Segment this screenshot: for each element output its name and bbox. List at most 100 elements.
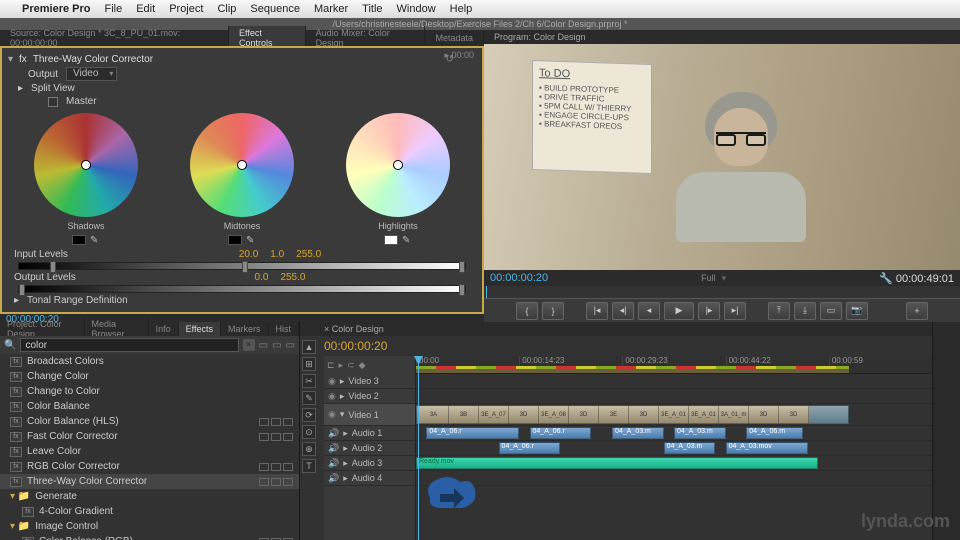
- timeline-ruler[interactable]: 00:00 00:00:14:23 00:00:29:23 00:00:44:2…: [416, 356, 932, 374]
- audio-clip[interactable]: 04_A_03.mov: [726, 442, 809, 454]
- input-level-white[interactable]: 255.0: [296, 249, 321, 260]
- filter-32-icon[interactable]: ▭: [259, 340, 268, 351]
- lane-a2[interactable]: 04_A_06.r 04_A_03.m 04_A_03.mov: [416, 441, 932, 456]
- menu-help[interactable]: Help: [450, 3, 473, 15]
- music-clip[interactable]: Ready.mov: [416, 457, 818, 469]
- highlights-wheel[interactable]: [346, 113, 450, 217]
- speaker-icon[interactable]: 🔊: [328, 428, 339, 439]
- program-ruler[interactable]: [484, 286, 960, 298]
- lift-button[interactable]: ⤒: [768, 302, 790, 320]
- export-frame-button[interactable]: ▭: [820, 302, 842, 320]
- lane-v1[interactable]: 3A3B3E_A_073D3E_A_083D3E3D3E_A_013E_A_01…: [416, 404, 932, 426]
- speaker-icon[interactable]: 🔊: [328, 458, 339, 469]
- eye-icon[interactable]: ◉: [328, 391, 336, 402]
- midtones-swatch[interactable]: [228, 235, 242, 245]
- speaker-icon[interactable]: 🔊: [328, 443, 339, 454]
- output-dropdown[interactable]: Video: [66, 67, 117, 81]
- tab-info[interactable]: Info: [149, 322, 179, 336]
- disclosure-icon[interactable]: ▸: [14, 295, 19, 306]
- audio-clip[interactable]: 04_A_06.r: [426, 427, 519, 439]
- menu-sequence[interactable]: Sequence: [250, 3, 300, 15]
- track-label[interactable]: Video 3: [348, 376, 378, 386]
- goto-out-button[interactable]: ▸|: [724, 302, 746, 320]
- button-editor[interactable]: +: [906, 302, 928, 320]
- mark-out-button[interactable]: }: [542, 302, 564, 320]
- effect-row[interactable]: fxColor Balance (HLS): [0, 414, 299, 429]
- clear-search-button[interactable]: ×: [243, 339, 255, 351]
- playhead[interactable]: [418, 356, 419, 540]
- shadows-wheel[interactable]: [34, 113, 138, 217]
- output-levels-slider[interactable]: [18, 285, 466, 293]
- linked-selection-icon[interactable]: ⊂: [347, 360, 355, 371]
- slider-handle[interactable]: [459, 284, 465, 296]
- shadows-swatch[interactable]: [72, 235, 86, 245]
- step-forward-button[interactable]: |▸: [698, 302, 720, 320]
- tab-metadata[interactable]: Metadata: [425, 31, 484, 45]
- ripple-tool[interactable]: ✂: [302, 374, 316, 388]
- zoom-bar[interactable]: [416, 369, 849, 373]
- track-label[interactable]: Video 2: [348, 391, 378, 401]
- effect-row[interactable]: fxBroadcast Colors: [0, 354, 299, 369]
- master-checkbox[interactable]: [48, 97, 58, 107]
- effect-row[interactable]: fxColor Balance (RGB): [0, 534, 299, 540]
- zoom-dropdown[interactable]: Full: [701, 273, 716, 283]
- audio-clip[interactable]: 04_A_06.r: [499, 442, 561, 454]
- slip-tool[interactable]: ⟳: [302, 408, 316, 422]
- folder-row[interactable]: ▾ 📁Image Control: [0, 519, 299, 534]
- program-monitor[interactable]: To DO ▪ BUILD PROTOTYPE ▪ DRIVE TRAFFIC …: [484, 44, 960, 270]
- menu-clip[interactable]: Clip: [217, 3, 236, 15]
- audio-clip[interactable]: 04_A_03.m: [664, 442, 716, 454]
- marker-add-icon[interactable]: ▸: [339, 360, 344, 371]
- audio-clip[interactable]: 04_A_06.r: [530, 427, 592, 439]
- settings-icon[interactable]: ◆: [359, 360, 366, 371]
- menu-edit[interactable]: Edit: [136, 3, 155, 15]
- hand-tool[interactable]: ⊕: [302, 442, 316, 456]
- menu-window[interactable]: Window: [397, 3, 436, 15]
- effect-row[interactable]: fx4-Color Gradient: [0, 504, 299, 519]
- output-level-white[interactable]: 255.0: [280, 272, 305, 283]
- slider-handle[interactable]: [50, 261, 56, 273]
- track-label[interactable]: Video 1: [348, 410, 378, 420]
- input-level-black[interactable]: 20.0: [239, 249, 258, 260]
- output-level-black[interactable]: 0.0: [255, 272, 269, 283]
- track-select-tool[interactable]: ⊞: [302, 357, 316, 371]
- app-name[interactable]: Premiere Pro: [22, 3, 90, 15]
- effect-row[interactable]: fxChange Color: [0, 369, 299, 384]
- disclosure-icon[interactable]: ▸: [18, 83, 23, 94]
- effects-search-input[interactable]: [20, 338, 238, 352]
- menu-title[interactable]: Title: [362, 3, 382, 15]
- lane-a3[interactable]: Ready.mov: [416, 456, 932, 471]
- play-button[interactable]: ▶: [664, 302, 694, 320]
- slider-handle[interactable]: [242, 261, 248, 273]
- input-levels-slider[interactable]: [18, 262, 466, 270]
- input-level-gamma[interactable]: 1.0: [270, 249, 284, 260]
- effect-row[interactable]: fxFast Color Corrector: [0, 429, 299, 444]
- selection-tool[interactable]: ▲: [302, 340, 316, 354]
- lane-a1[interactable]: 04_A_06.r04_A_06.r04_A_03.m04_A_03.m04_A…: [416, 426, 932, 441]
- audio-clip[interactable]: 04_A_03.m: [674, 427, 726, 439]
- eyedropper-icon[interactable]: ✎: [246, 235, 256, 245]
- menu-project[interactable]: Project: [169, 3, 203, 15]
- effect-row[interactable]: fxThree-Way Color Corrector: [0, 474, 299, 489]
- menu-marker[interactable]: Marker: [314, 3, 348, 15]
- speaker-icon[interactable]: 🔊: [328, 473, 339, 484]
- eye-icon[interactable]: ◉: [328, 409, 336, 420]
- track-label[interactable]: Audio 3: [352, 458, 383, 468]
- type-tool[interactable]: T: [302, 459, 316, 473]
- program-timecode[interactable]: 00:00:00:20: [490, 272, 548, 284]
- effect-row[interactable]: fxChange to Color: [0, 384, 299, 399]
- filter-accel-icon[interactable]: ▭: [286, 340, 295, 351]
- lane-v3[interactable]: [416, 374, 932, 389]
- play-reverse-button[interactable]: ◂: [638, 302, 660, 320]
- eyedropper-icon[interactable]: ✎: [402, 235, 412, 245]
- snap-icon[interactable]: ⊏: [327, 360, 335, 371]
- sequence-tab[interactable]: × Color Design: [324, 324, 384, 334]
- timeline-timecode[interactable]: 00:00:00:20: [324, 339, 387, 353]
- menu-file[interactable]: File: [104, 3, 122, 15]
- pen-tool[interactable]: ⊙: [302, 425, 316, 439]
- extract-button[interactable]: ⤓: [794, 302, 816, 320]
- lane-v2[interactable]: [416, 389, 932, 404]
- tab-history[interactable]: Hist: [269, 322, 300, 336]
- tab-effects[interactable]: Effects: [179, 322, 221, 336]
- program-tab[interactable]: Program: Color Design: [484, 30, 960, 44]
